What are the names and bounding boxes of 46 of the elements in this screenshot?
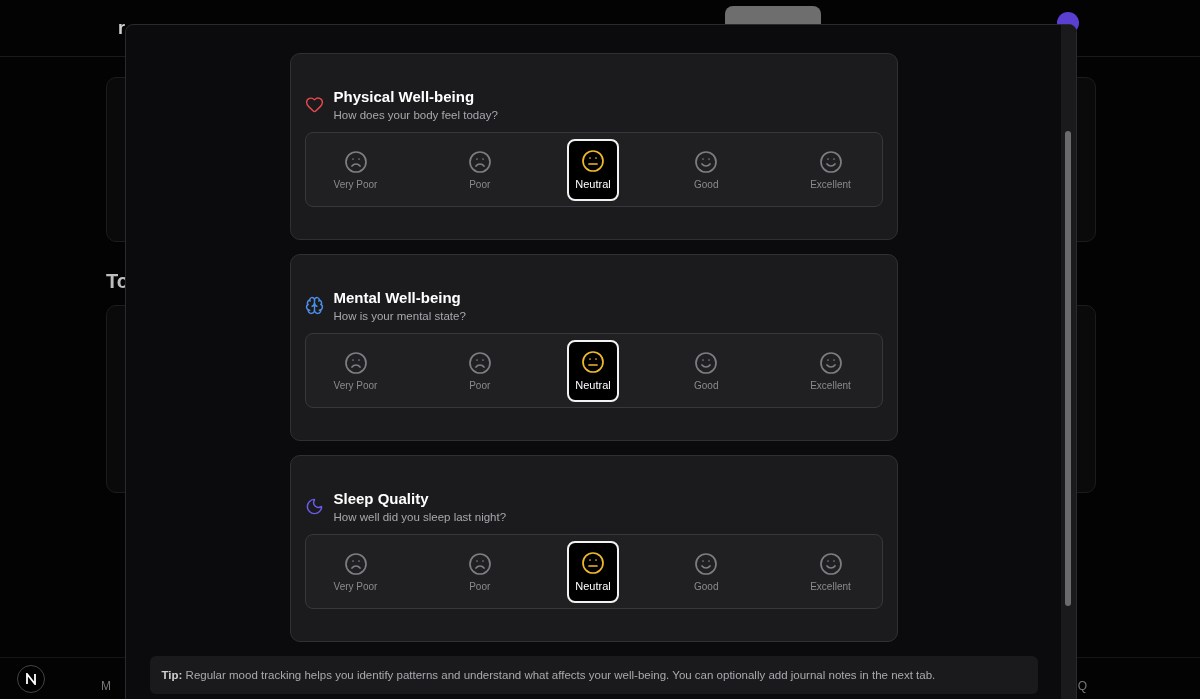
brain-icon xyxy=(304,296,324,315)
footer-text: M xyxy=(101,678,111,693)
frown-face-icon xyxy=(343,350,368,375)
logo-icon[interactable] xyxy=(17,664,45,693)
frown-face-icon xyxy=(467,551,492,576)
tip-text: Tip: Regular mood tracking helps you identify patterns and understand what affects your well-being. You can optionally add journal notes in the next tab. xyxy=(149,656,1038,694)
scrollbar[interactable] xyxy=(1061,25,1076,699)
frown-face-icon xyxy=(343,149,368,174)
rating-option[interactable]: Excellent xyxy=(793,540,868,603)
card-subtitle: How is your mental state? xyxy=(333,310,466,322)
neutral-face-icon xyxy=(581,350,605,374)
frown-face-icon xyxy=(467,149,492,174)
footer-text: Q xyxy=(1077,678,1087,693)
rating-option[interactable]: Good xyxy=(669,138,744,201)
smile-face-icon xyxy=(694,149,719,174)
scrollbar-thumb[interactable] xyxy=(1065,131,1071,606)
rating-option[interactable]: Good xyxy=(669,540,744,603)
heart-icon xyxy=(304,95,324,114)
rating-option[interactable]: Very Poor xyxy=(318,138,393,201)
card-title: Mental Well-being xyxy=(333,289,462,306)
rating-option[interactable]: Poor xyxy=(442,138,517,201)
card-title: Physical Well-being xyxy=(333,88,476,105)
card-title: Sleep Quality xyxy=(333,490,430,507)
smile-face-icon xyxy=(818,149,843,174)
header-text: r xyxy=(118,17,125,39)
rating-option[interactable]: Neutral xyxy=(567,339,619,402)
frown-face-icon xyxy=(467,350,492,375)
rating-option[interactable]: Poor xyxy=(442,540,517,603)
rating-option[interactable]: Neutral xyxy=(567,138,619,201)
rating-option[interactable]: Excellent xyxy=(793,138,868,201)
smile-face-icon xyxy=(818,551,843,576)
rating-option[interactable]: Very Poor xyxy=(318,339,393,402)
card-subtitle: How does your body feel today? xyxy=(333,109,498,121)
rating-option[interactable]: Very Poor xyxy=(318,540,393,603)
rating-option[interactable]: Good xyxy=(669,339,744,402)
smile-face-icon xyxy=(694,350,719,375)
rating-option[interactable]: Neutral xyxy=(567,540,619,603)
smile-face-icon xyxy=(818,350,843,375)
rating-option[interactable]: Poor xyxy=(442,339,517,402)
smile-face-icon xyxy=(694,551,719,576)
neutral-face-icon xyxy=(581,149,605,173)
moon-icon xyxy=(304,497,324,516)
neutral-face-icon xyxy=(581,551,605,575)
frown-face-icon xyxy=(343,551,368,576)
rating-option[interactable]: Excellent xyxy=(793,339,868,402)
card-subtitle: How well did you sleep last night? xyxy=(333,511,507,523)
